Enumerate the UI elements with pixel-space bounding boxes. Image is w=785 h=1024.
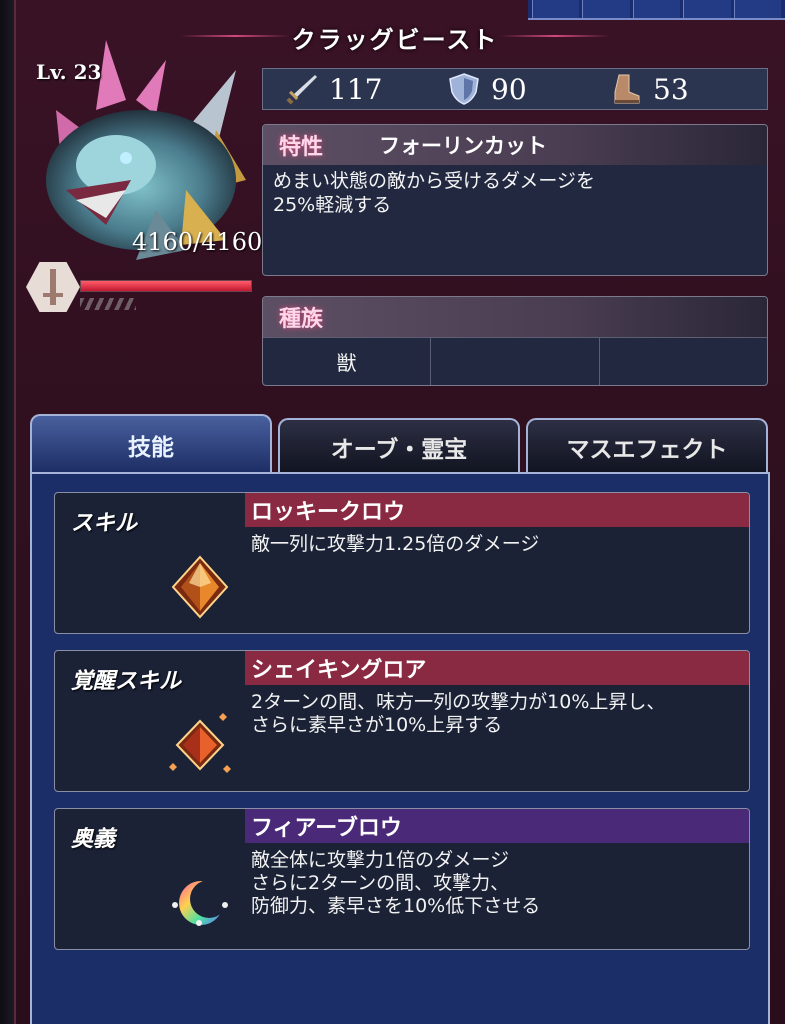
speed-value: 53 bbox=[653, 72, 689, 106]
skill-name: ロッキークロウ bbox=[245, 493, 749, 527]
trait-name: フォーリンカット bbox=[379, 134, 548, 158]
skill-type: 覚醒スキル bbox=[71, 669, 182, 694]
gauge-bar bbox=[80, 298, 136, 310]
trait-panel: 特性 フォーリンカット めまい状態の敵から受けるダメージを 25%軽減する bbox=[262, 124, 768, 276]
tab-mass-effect[interactable]: マスエフェクト bbox=[526, 418, 768, 474]
race-panel: 種族 獣 bbox=[262, 296, 768, 386]
skill-card[interactable]: スキル ロッキークロウ 敵一列に攻撃力1.25倍のダメージ bbox=[54, 492, 750, 634]
hp-bar bbox=[80, 280, 252, 292]
shield-icon bbox=[449, 73, 479, 105]
race-row: 獣 bbox=[263, 337, 767, 385]
orange-crystal-icon bbox=[171, 555, 229, 619]
skill-description: 敵一列に攻撃力1.25倍のダメージ bbox=[251, 533, 540, 555]
tab-orb[interactable]: オーブ・霊宝 bbox=[278, 418, 520, 474]
skill-card[interactable]: 奥義 フィアーブロウ 敵全体に攻撃力1倍のダメージ さらに2ターンの間、攻撃力、… bbox=[54, 808, 750, 950]
left-edge bbox=[0, 0, 14, 1024]
boot-icon bbox=[614, 74, 640, 104]
skill-name: フィアーブロウ bbox=[245, 809, 749, 843]
top-menu-strip[interactable] bbox=[528, 0, 785, 20]
stat-defense: 90 bbox=[447, 72, 587, 106]
stats-bar: 117 90 53 bbox=[262, 68, 768, 110]
sword-icon bbox=[286, 75, 317, 105]
race-header: 種族 bbox=[263, 297, 767, 337]
skill-name: シェイキングロア bbox=[245, 651, 749, 685]
detail-tabs: 技能 オーブ・霊宝 マスエフェクト bbox=[30, 414, 770, 474]
race-label: 種族 bbox=[279, 307, 324, 332]
skill-card[interactable]: 覚醒スキル シェイキングロア 2ターンの間、味方一列の攻撃力が10%上昇し、 さ… bbox=[54, 650, 750, 792]
tab-mass-effect-label: マスエフェクト bbox=[566, 437, 728, 463]
skill-type: 奥義 bbox=[71, 827, 116, 852]
skill-description: 敵全体に攻撃力1倍のダメージ さらに2ターンの間、攻撃力、 防御力、素早さを10… bbox=[251, 849, 541, 917]
trait-label: 特性 bbox=[279, 135, 324, 160]
skill-type: スキル bbox=[71, 511, 138, 536]
race-cell bbox=[431, 338, 600, 385]
crescent-moon-icon bbox=[172, 880, 228, 926]
defense-value: 90 bbox=[491, 72, 527, 106]
tab-skills[interactable]: 技能 bbox=[30, 414, 272, 474]
skill-description: 2ターンの間、味方一列の攻撃力が10%上昇し、 さらに素早さが10%上昇する bbox=[251, 691, 666, 736]
skills-content: スキル ロッキークロウ 敵一列に攻撃力1.25倍のダメージ 覚醒スキル シェイキ… bbox=[30, 472, 770, 1024]
race-cell bbox=[600, 338, 767, 385]
tab-skills-label: 技能 bbox=[128, 435, 174, 461]
stat-attack: 117 bbox=[285, 72, 425, 106]
attack-value: 117 bbox=[329, 72, 383, 106]
unit-name: クラッグビースト bbox=[291, 25, 499, 54]
trait-description: めまい状態の敵から受けるダメージを 25%軽減する bbox=[273, 170, 596, 216]
stat-speed: 53 bbox=[609, 72, 749, 106]
sword-job-icon bbox=[43, 269, 63, 305]
tab-orb-label: オーブ・霊宝 bbox=[330, 437, 468, 463]
race-cell: 獣 bbox=[263, 338, 432, 385]
unit-level: Lv. 23 bbox=[36, 60, 102, 84]
orange-crystal-burst-icon bbox=[169, 713, 231, 773]
unit-hp: 4160/4160 bbox=[132, 228, 263, 256]
trait-header: 特性 フォーリンカット bbox=[263, 125, 767, 165]
